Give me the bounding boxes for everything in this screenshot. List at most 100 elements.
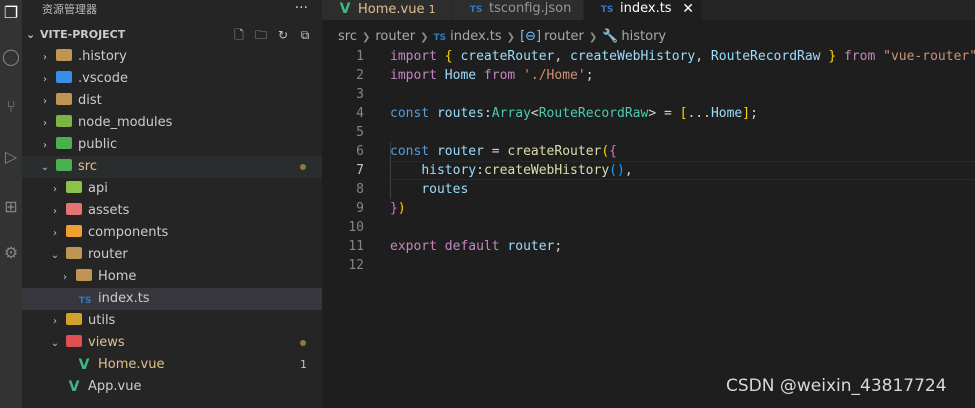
code-line: const router = createRouter({ (390, 142, 617, 161)
folder-icon (56, 115, 72, 127)
code-token: export (390, 239, 445, 254)
tree-item-history[interactable]: › .history (22, 46, 322, 68)
code-token: , (695, 49, 711, 64)
line-number: 6 (356, 144, 364, 159)
breadcrumb-src[interactable]: src (338, 29, 357, 44)
folder-icon (56, 49, 72, 61)
more-actions-icon[interactable]: ··· (295, 0, 308, 18)
files-icon[interactable]: ❐ (0, 0, 22, 26)
code-token: } (820, 49, 837, 64)
code-editor[interactable]: 1 import { createRouter, createWebHistory… (322, 47, 975, 408)
vue-icon: V (339, 1, 351, 17)
tree-item-src[interactable]: ⌄ src (22, 156, 322, 178)
line-number: 11 (348, 239, 364, 254)
folder-icon (66, 313, 82, 325)
tree-item-dist[interactable]: › dist (22, 90, 322, 112)
tree-item-assets[interactable]: › assets (22, 200, 322, 222)
code-line: import { createRouter, createWebHistory,… (390, 47, 975, 66)
chevron-right-icon: › (53, 206, 57, 217)
tab-label: index.ts (620, 1, 672, 16)
tree-item-home[interactable]: › Home (22, 266, 322, 288)
run-debug-icon[interactable]: ▷ (0, 144, 22, 170)
code-token: ) (397, 201, 406, 216)
chevron-right-icon: › (53, 316, 57, 327)
tree-item-app-vue[interactable]: V App.vue (22, 376, 322, 398)
chevron-right-icon: › (43, 140, 47, 151)
code-line: const routes:Array<RouteRecordRaw> = [..… (390, 104, 758, 123)
tab-index-ts[interactable]: TS index.ts ✕ (584, 0, 702, 20)
code-token: ; (554, 239, 563, 254)
chevron-right-icon: ❯ (588, 32, 598, 43)
line-number: 4 (356, 106, 364, 121)
modified-dot-icon (300, 164, 306, 170)
tree-item-components[interactable]: › components (22, 222, 322, 244)
line-number: 5 (356, 125, 364, 140)
tree-item-label: Home (98, 269, 137, 284)
folder-icon (66, 225, 82, 237)
tree-item-vscode[interactable]: › .vscode (22, 68, 322, 90)
code-token: from (476, 68, 524, 83)
line-number: 9 (356, 201, 364, 216)
new-file-icon[interactable]: 🗋 (228, 24, 250, 46)
folder-icon (56, 71, 72, 83)
project-header[interactable]: ⌄ VITE-PROJECT 🗋 🗀 ↻ ⧉ (22, 24, 322, 46)
code-token: routes (436, 106, 484, 121)
chevron-down-icon: ⌄ (50, 338, 60, 349)
code-token: , (554, 49, 571, 64)
chevron-right-icon: › (43, 52, 47, 63)
explorer-title: 资源管理器 (42, 3, 97, 16)
new-folder-icon[interactable]: 🗀 (250, 24, 272, 46)
breadcrumb-symbol-history[interactable]: history (621, 29, 666, 44)
line-number: 2 (356, 68, 364, 83)
tab-label: Home.vue (358, 2, 425, 17)
ts-icon: TS (600, 5, 614, 15)
chevron-right-icon: ❯ (420, 32, 429, 43)
code-token: './Home' (523, 68, 586, 83)
chevron-right-icon: ❯ (361, 32, 371, 43)
folder-icon (66, 335, 82, 347)
tree-item-api[interactable]: › api (22, 178, 322, 200)
refresh-icon[interactable]: ↻ (272, 24, 294, 46)
problem-count: 1 (300, 358, 307, 371)
tree-item-router[interactable]: ⌄ router (22, 244, 322, 266)
code-token: ( (601, 144, 610, 159)
code-token: Home (710, 106, 743, 121)
vue-file-icon: V (78, 357, 90, 373)
tree-item-node-modules[interactable]: › node_modules (22, 112, 322, 134)
collapse-icon[interactable]: ⧉ (294, 24, 316, 46)
folder-icon (66, 203, 82, 215)
wrench-icon: 🔧 (602, 29, 619, 44)
tree-item-label: public (78, 137, 118, 152)
close-icon[interactable]: ✕ (682, 0, 694, 18)
source-control-icon[interactable]: ⑂ (0, 94, 22, 120)
tree-item-index-ts[interactable]: TS index.ts (22, 288, 322, 310)
remote-icon[interactable]: ⚙ (0, 240, 22, 266)
line-number: 10 (348, 220, 364, 235)
code-token: , (624, 163, 633, 178)
folder-icon (56, 137, 72, 149)
chevron-right-icon: › (43, 96, 47, 107)
project-name: VITE-PROJECT (40, 28, 126, 41)
chevron-right-icon: › (53, 228, 57, 239)
tab-home-vue[interactable]: V Home.vue 1 (322, 0, 452, 20)
tree-item-public[interactable]: › public (22, 134, 322, 156)
tab-tsconfig[interactable]: TS tsconfig.json (453, 0, 583, 20)
code-token: } (390, 201, 398, 216)
variable-icon: [⊖] (520, 29, 542, 44)
breadcrumb-symbol-router[interactable]: router (544, 29, 584, 44)
problem-count: 1 (428, 3, 436, 16)
tree-item-home-vue[interactable]: V Home.vue 1 (22, 354, 322, 376)
extensions-icon[interactable]: ⊞ (0, 194, 22, 220)
code-token: () (609, 163, 625, 178)
breadcrumb-router[interactable]: router (375, 29, 415, 44)
breadcrumb-file[interactable]: index.ts (450, 29, 502, 44)
tree-item-utils[interactable]: › utils (22, 310, 322, 332)
code-token: Home (444, 68, 477, 83)
code-token: routes (421, 182, 469, 197)
search-icon[interactable]: ◯ (0, 44, 22, 70)
code-token: createRouter (507, 144, 602, 159)
tree-item-label: components (88, 225, 169, 240)
tree-item-views[interactable]: ⌄ views (22, 332, 322, 354)
tree-item-label: node_modules (78, 115, 173, 130)
